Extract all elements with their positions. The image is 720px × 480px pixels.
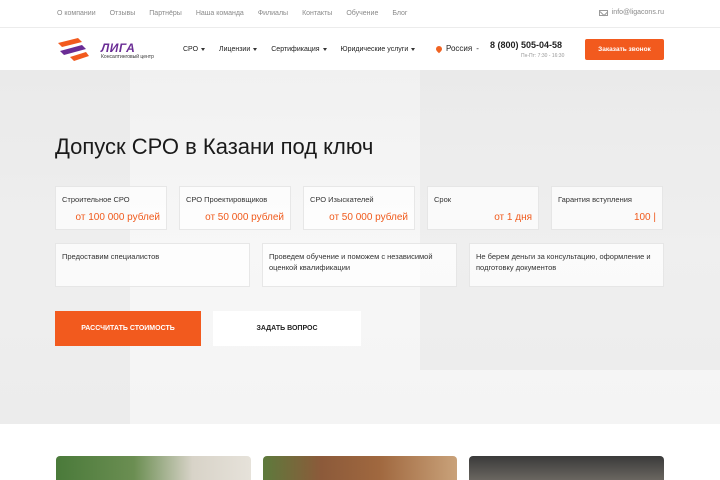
working-hours: Пн-Пт: 7:30 - 16:30 xyxy=(521,53,565,59)
feature-card-text: Предоставим специалистов xyxy=(62,252,160,261)
feature-card-specialists: Предоставим специалистов xyxy=(55,243,250,287)
price-card-construction: Строительное СРО от 100 000 рублей xyxy=(55,186,167,230)
price-card-label: СРО Изыскателей xyxy=(310,195,374,204)
top-nav-link-partners[interactable]: Партнёры xyxy=(149,10,182,17)
top-nav-link-about[interactable]: О компании xyxy=(57,10,96,17)
price-card-guarantee: Гарантия вступления 100 | xyxy=(551,186,663,230)
feature-card-free-consultation: Не берем деньги за консультацию, оформле… xyxy=(469,243,664,287)
main-header: ЛИГА Консалтинговый центр СРО Лицензии С… xyxy=(0,28,720,70)
location-pin-icon xyxy=(434,44,444,53)
top-nav-link-team[interactable]: Наша команда xyxy=(196,10,244,17)
price-card-value: 100 | xyxy=(633,212,656,223)
top-bar: О компании Отзывы Партнёры Наша команда … xyxy=(0,0,720,28)
region-selector[interactable]: Россия - xyxy=(434,44,479,53)
price-card-value: от 1 дня xyxy=(494,212,532,223)
price-card-term: Срок от 1 дня xyxy=(427,186,539,230)
price-card-label: Срок xyxy=(434,195,452,204)
nav-item-label: СРО xyxy=(183,46,199,53)
region-label: Россия xyxy=(446,44,473,53)
main-nav: СРО Лицензии Сертификация Юридические ус… xyxy=(183,46,429,53)
page-title: Допуск СРО в Казани под ключ xyxy=(55,134,374,159)
feature-card-text: Проведем обучение и поможем с независимо… xyxy=(269,252,433,272)
top-nav-link-branches[interactable]: Филиалы xyxy=(258,10,288,17)
feature-card-text: Не берем деньги за консультацию, оформле… xyxy=(476,252,651,272)
feature-card-training: Проведем обучение и поможем с независимо… xyxy=(262,243,457,287)
nav-item-licenses[interactable]: Лицензии xyxy=(219,46,258,53)
chevron-down-icon xyxy=(201,48,206,51)
price-card-label: СРО Проектировщиков xyxy=(186,195,268,204)
nav-item-label: Сертификация xyxy=(271,46,320,53)
nav-item-certification[interactable]: Сертификация xyxy=(271,46,327,53)
nav-item-label: Лицензии xyxy=(219,46,251,53)
service-photo-card[interactable] xyxy=(469,456,664,480)
nav-item-legal[interactable]: Юридические услуги xyxy=(341,46,416,53)
top-nav-link-contacts[interactable]: Контакты xyxy=(302,10,332,17)
service-photo-card[interactable] xyxy=(263,456,457,480)
email-text: info@ligacons.ru xyxy=(611,9,664,16)
logo-icon[interactable] xyxy=(56,37,96,61)
ask-question-button[interactable]: ЗАДАТЬ ВОПРОС xyxy=(213,311,361,346)
top-nav: О компании Отзывы Партнёры Наша команда … xyxy=(57,10,421,17)
price-card-design: СРО Проектировщиков от 50 000 рублей xyxy=(179,186,291,230)
email-link[interactable]: info@ligacons.ru xyxy=(598,9,664,16)
top-nav-link-reviews[interactable]: Отзывы xyxy=(110,10,136,17)
chevron-down-icon xyxy=(253,48,258,51)
service-photo-card[interactable] xyxy=(56,456,251,480)
top-nav-link-training[interactable]: Обучение xyxy=(346,10,378,17)
price-card-label: Гарантия вступления xyxy=(558,195,632,204)
phone-number[interactable]: 8 (800) 505-04-58 xyxy=(490,40,562,50)
price-card-survey: СРО Изыскателей от 50 000 рублей xyxy=(303,186,415,230)
price-card-value: от 50 000 рублей xyxy=(205,212,284,223)
price-card-value: от 100 000 рублей xyxy=(75,212,160,223)
mail-icon xyxy=(598,9,608,16)
region-dash: - xyxy=(476,44,479,53)
logo-subtitle: Консалтинговый центр xyxy=(101,54,154,60)
nav-item-label: Юридические услуги xyxy=(340,46,409,53)
hero-section: Допуск СРО в Казани под ключ Строительно… xyxy=(0,70,720,424)
calculate-cost-button[interactable]: РАССЧИТАТЬ СТОИМОСТЬ xyxy=(55,311,201,346)
chevron-down-icon xyxy=(322,48,327,51)
price-card-label: Строительное СРО xyxy=(62,195,130,204)
order-call-button[interactable]: Заказать звонок xyxy=(585,39,664,60)
logo-title: ЛИГА xyxy=(101,41,136,55)
top-nav-link-blog[interactable]: Блог xyxy=(392,10,407,17)
price-card-value: от 50 000 рублей xyxy=(329,212,408,223)
nav-item-sro[interactable]: СРО xyxy=(183,46,206,53)
chevron-down-icon xyxy=(411,48,416,51)
